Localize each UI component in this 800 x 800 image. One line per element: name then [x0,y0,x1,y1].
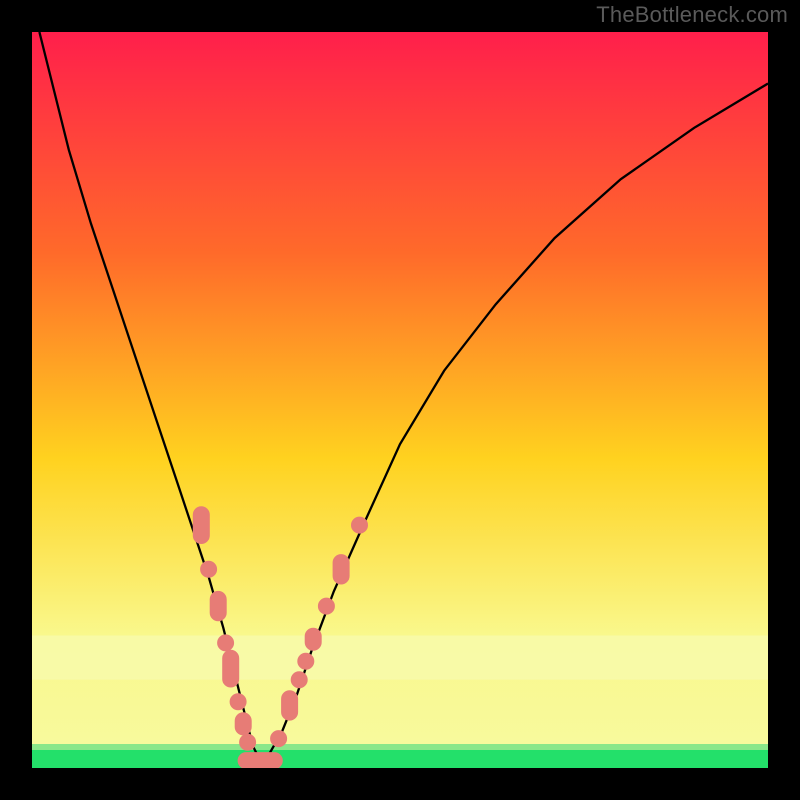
watermark-text: TheBottleneck.com [596,2,788,28]
marker-pill [193,507,209,544]
green-band-fade [32,744,768,750]
pale-band [32,636,768,680]
marker-circle [201,561,217,577]
marker-pill [235,713,251,735]
chart-frame: TheBottleneck.com [0,0,800,800]
chart-svg [32,32,768,768]
marker-pill [238,753,282,768]
plot-area [32,32,768,768]
marker-pill [210,591,226,620]
marker-pill [223,650,239,687]
marker-pill [305,628,321,650]
marker-circle [352,517,368,533]
marker-circle [291,672,307,688]
marker-circle [230,694,246,710]
marker-circle [318,598,334,614]
marker-circle [298,653,314,669]
marker-circle [271,731,287,747]
green-band [32,750,768,768]
marker-circle [240,734,256,750]
marker-pill [333,555,349,584]
marker-circle [218,635,234,651]
marker-pill [282,691,298,720]
